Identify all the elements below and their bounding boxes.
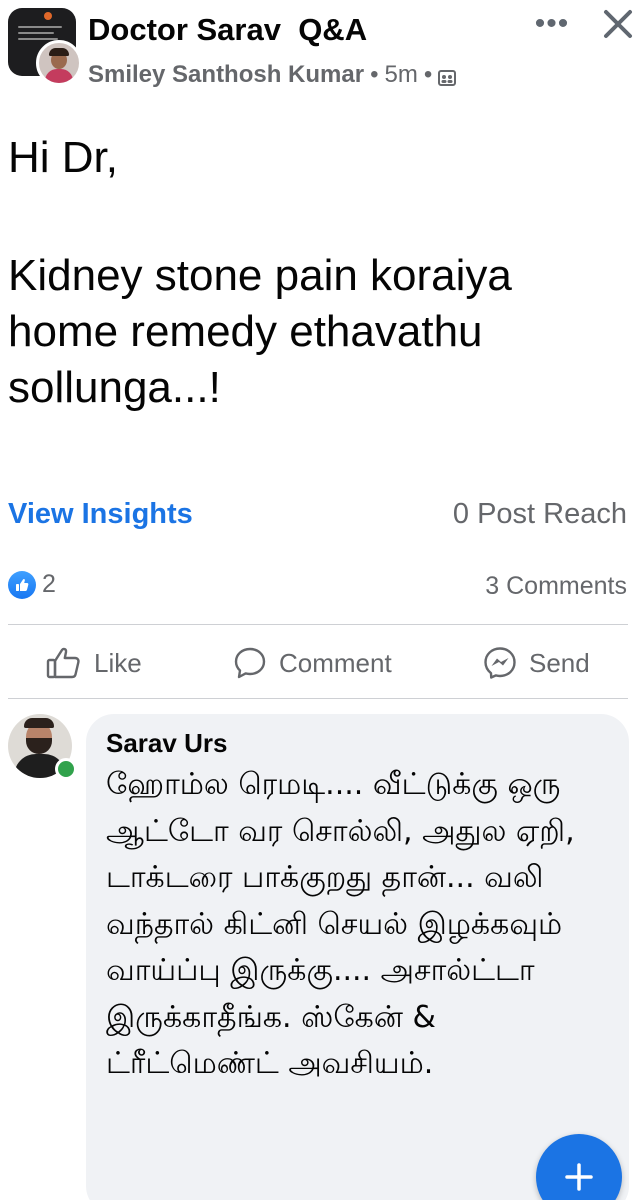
post-text: Hi Dr, Kidney stone pain koraiya home re…	[8, 130, 628, 416]
online-status-indicator	[55, 758, 77, 780]
plus-icon	[565, 1163, 593, 1191]
post-greeting: Hi Dr,	[8, 133, 118, 182]
post-reach: 0 Post Reach	[452, 498, 627, 530]
comment-button[interactable]: Comment	[233, 642, 392, 684]
view-insights-link[interactable]: View Insights	[8, 498, 193, 531]
comment-label: Comment	[279, 647, 392, 678]
group-privacy-icon	[438, 66, 457, 86]
close-button[interactable]	[598, 4, 637, 44]
author-avatar[interactable]	[36, 40, 82, 86]
messenger-icon	[484, 647, 516, 679]
post-meta: Smiley Santhosh Kumar • 5m •	[88, 58, 457, 92]
send-button[interactable]: Send	[483, 642, 590, 684]
author-name[interactable]: Smiley Santhosh Kumar	[88, 61, 364, 89]
more-horizontal-icon: •••	[534, 7, 570, 40]
meta-separator: •	[370, 61, 379, 88]
comment-bubble[interactable]: Sarav Urs ஹோம்ல ரெமடி.... வீட்டுக்கு ஒரு…	[86, 714, 629, 1200]
like-reaction-icon	[8, 570, 36, 599]
comment-author[interactable]: Sarav Urs	[106, 728, 227, 759]
divider	[8, 624, 628, 625]
more-options-button[interactable]: •••	[530, 6, 574, 42]
post-header: Doctor Sarav Q&A Smiley Santhosh Kumar •…	[0, 0, 637, 100]
comments-count-link[interactable]: 3 Comments	[485, 572, 627, 601]
group-name[interactable]: Doctor Sarav Q&A	[88, 12, 367, 48]
post-view: Doctor Sarav Q&A Smiley Santhosh Kumar •…	[0, 0, 637, 1200]
reactions-summary[interactable]: 2	[8, 570, 56, 599]
group-avatar-emblem	[44, 12, 52, 20]
like-button[interactable]: Like	[46, 642, 142, 684]
like-label: Like	[94, 647, 142, 678]
comment-icon	[234, 647, 266, 679]
thumbs-up-icon	[46, 647, 80, 679]
action-bar: Like Comment Send	[0, 628, 637, 698]
comment-text: ஹோம்ல ரெமடி.... வீட்டுக்கு ஒரு ஆட்டோ வர …	[106, 767, 575, 1081]
reaction-count: 2	[42, 570, 56, 598]
post-time[interactable]: 5m	[384, 61, 417, 89]
meta-separator: •	[423, 61, 433, 88]
send-label: Send	[529, 647, 590, 678]
divider	[8, 698, 628, 699]
post-message: Kidney stone pain koraiya home remedy et…	[8, 251, 512, 412]
close-icon	[604, 10, 632, 38]
